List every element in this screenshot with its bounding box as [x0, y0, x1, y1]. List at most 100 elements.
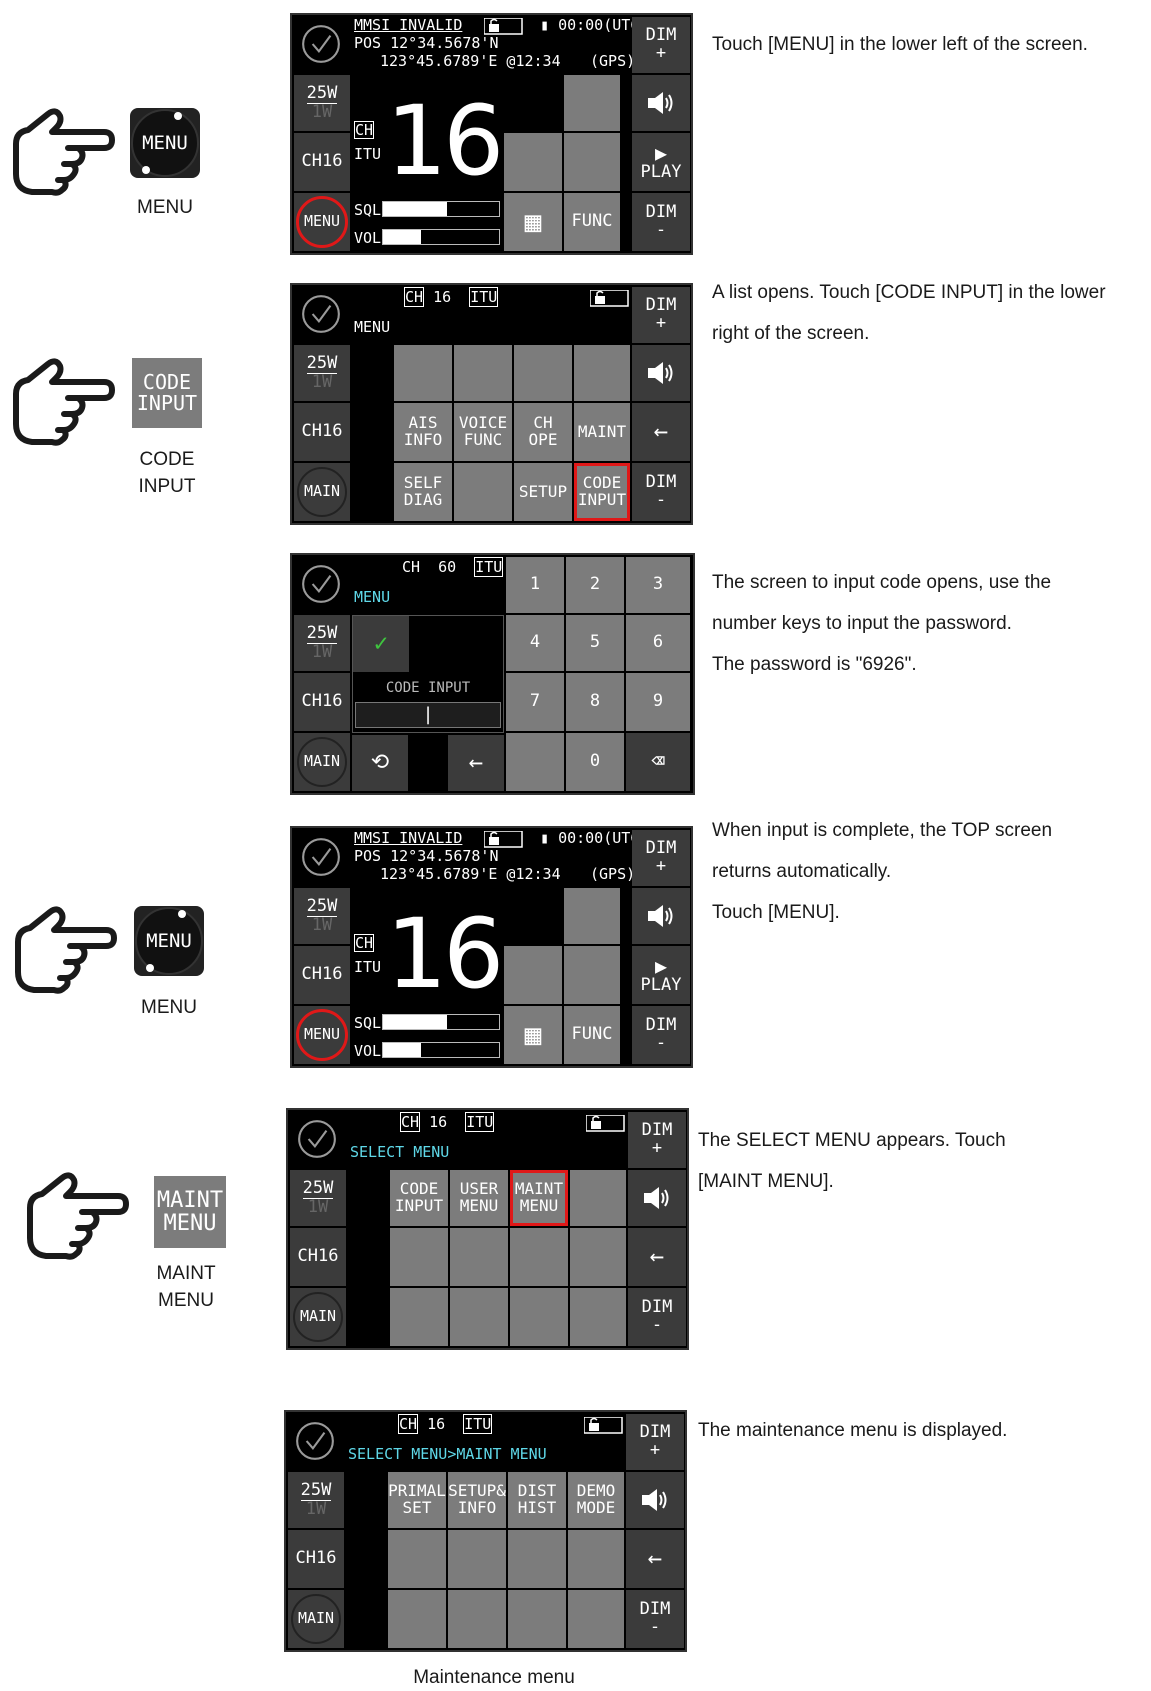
dim-minus-button[interactable]: DIM - [626, 1590, 684, 1648]
keypad-button[interactable]: ▦ [504, 1006, 562, 1064]
power-button[interactable]: 25W 1W [288, 1472, 344, 1528]
power-button[interactable]: 25W 1W [294, 615, 350, 671]
check-icon[interactable] [300, 293, 342, 335]
maint-blank-3[interactable] [508, 1530, 566, 1588]
confirm-button[interactable]: ✓ [353, 616, 409, 672]
blank-key-a[interactable] [504, 75, 562, 131]
setup-info-button[interactable]: SETUP& INFO [448, 1472, 506, 1528]
dim-minus-button[interactable]: DIM - [632, 1006, 690, 1064]
maint-blank-5[interactable] [388, 1590, 446, 1648]
backspace-button[interactable]: ⌫ [626, 733, 690, 791]
sql-bar[interactable] [382, 1014, 500, 1030]
key-6[interactable]: 6 [626, 615, 690, 671]
key-5[interactable]: 5 [566, 615, 624, 671]
power-button[interactable]: 25W 1W [294, 888, 350, 944]
check-icon[interactable] [300, 23, 342, 65]
maint-button[interactable]: MAINT [574, 403, 630, 461]
select-blank-3[interactable] [450, 1228, 508, 1286]
speaker-button[interactable] [626, 1472, 684, 1528]
play-button[interactable]: ▶ PLAY [632, 133, 690, 191]
blank-key-c[interactable] [504, 133, 562, 191]
check-icon[interactable] [296, 1118, 338, 1160]
dim-minus-button[interactable]: DIM - [632, 193, 690, 251]
dim-minus-button[interactable]: DIM - [628, 1288, 686, 1346]
menu-blank-4[interactable] [574, 345, 630, 401]
back-button[interactable]: ← [626, 1530, 684, 1588]
main-button[interactable]: MAIN [290, 1288, 346, 1346]
code-input-button[interactable]: CODE INPUT [390, 1170, 448, 1226]
main-button[interactable]: MAIN [288, 1590, 344, 1648]
maint-blank-4[interactable] [568, 1530, 624, 1588]
ch-ope-button[interactable]: CH OPE [514, 403, 572, 461]
key-0[interactable]: 0 [566, 733, 624, 791]
ch16-button[interactable]: CH16 [290, 1228, 346, 1286]
check-icon[interactable] [300, 836, 342, 878]
ch16-button[interactable]: CH16 [288, 1530, 344, 1588]
dim-plus-button[interactable]: DIM + [632, 830, 690, 886]
menu-blank-1[interactable] [394, 345, 452, 401]
select-blank-8[interactable] [510, 1288, 568, 1346]
check-icon[interactable] [294, 1420, 336, 1462]
key-1[interactable]: 1 [506, 557, 564, 613]
back-button[interactable]: ← [628, 1228, 686, 1286]
voice-func-button[interactable]: VOICE FUNC [454, 403, 512, 461]
code-input-button[interactable]: CODE INPUT [574, 463, 630, 521]
ch16-button[interactable]: CH16 [294, 946, 350, 1004]
key-2[interactable]: 2 [566, 557, 624, 613]
self-diag-button[interactable]: SELF DIAG [394, 463, 452, 521]
maint-blank-2[interactable] [448, 1530, 506, 1588]
dist-hist-button[interactable]: DIST HIST [508, 1472, 566, 1528]
maint-blank-7[interactable] [508, 1590, 566, 1648]
select-blank-9[interactable] [570, 1288, 626, 1346]
speaker-button[interactable] [628, 1170, 686, 1226]
menu-button[interactable]: MENU [294, 1006, 350, 1064]
menu-blank-2[interactable] [454, 345, 512, 401]
blank-key-d[interactable] [564, 946, 620, 1004]
key-blank[interactable] [506, 733, 564, 791]
user-menu-button[interactable]: USER MENU [450, 1170, 508, 1226]
ais-info-button[interactable]: AIS INFO [394, 403, 452, 461]
main-button[interactable]: MAIN [294, 733, 350, 791]
power-button[interactable]: 25W 1W [294, 75, 350, 131]
maint-blank-6[interactable] [448, 1590, 506, 1648]
key-8[interactable]: 8 [566, 673, 624, 731]
speaker-button[interactable] [632, 75, 690, 131]
key-9[interactable]: 9 [626, 673, 690, 731]
dim-plus-button[interactable]: DIM + [632, 287, 690, 343]
key-4[interactable]: 4 [506, 615, 564, 671]
func-button[interactable]: FUNC [564, 193, 620, 251]
ch16-button[interactable]: CH16 [294, 133, 350, 191]
key-3[interactable]: 3 [626, 557, 690, 613]
keypad-button[interactable]: ▦ [504, 193, 562, 251]
select-blank-5[interactable] [570, 1228, 626, 1286]
power-button[interactable]: 25W 1W [290, 1170, 346, 1226]
dim-plus-button[interactable]: DIM + [626, 1414, 684, 1470]
play-button[interactable]: ▶ PLAY [632, 946, 690, 1004]
blank-key-b[interactable] [564, 75, 620, 131]
setup-button[interactable]: SETUP [514, 463, 572, 521]
vol-bar[interactable] [382, 229, 500, 245]
maint-blank-8[interactable] [568, 1590, 624, 1648]
blank-key-d[interactable] [564, 133, 620, 191]
dim-minus-button[interactable]: DIM - [632, 463, 690, 521]
blank-key-b[interactable] [564, 888, 620, 944]
power-button[interactable]: 25W 1W [294, 345, 350, 401]
func-button[interactable]: FUNC [564, 1006, 620, 1064]
menu-blank-5[interactable] [454, 463, 512, 521]
menu-blank-3[interactable] [514, 345, 572, 401]
select-blank-1[interactable] [570, 1170, 626, 1226]
key-7[interactable]: 7 [506, 673, 564, 731]
ch16-button[interactable]: CH16 [294, 673, 350, 731]
ch16-button[interactable]: CH16 [294, 403, 350, 461]
code-input-field[interactable]: | [355, 702, 501, 728]
vol-bar[interactable] [382, 1042, 500, 1058]
main-button[interactable]: MAIN [294, 463, 350, 521]
reset-button[interactable]: ⟲ [352, 735, 408, 791]
check-icon[interactable] [300, 563, 342, 605]
primal-set-button[interactable]: PRIMAL SET [388, 1472, 446, 1528]
speaker-button[interactable] [632, 888, 690, 944]
maint-blank-1[interactable] [388, 1530, 446, 1588]
back-button[interactable]: ← [448, 735, 504, 791]
dim-plus-button[interactable]: DIM + [628, 1112, 686, 1168]
dim-plus-button[interactable]: DIM + [632, 17, 690, 73]
